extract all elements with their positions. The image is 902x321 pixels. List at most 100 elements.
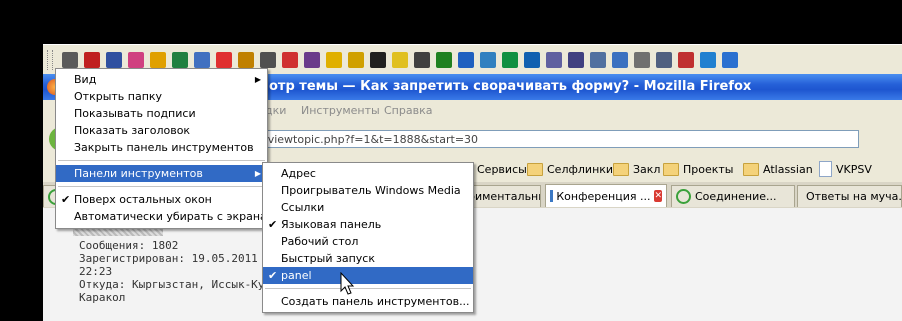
figure-icon[interactable] <box>238 52 254 68</box>
key-icon[interactable] <box>304 52 320 68</box>
folder-icon <box>743 162 759 176</box>
checkmark-icon: ✔ <box>61 193 71 206</box>
tool-icon[interactable] <box>62 52 78 68</box>
submenu-item-panel[interactable]: ✔ panel <box>263 267 473 284</box>
tab-label: риментальные... <box>468 190 540 203</box>
menu-separator <box>265 288 471 289</box>
menu-item-auto-hide[interactable]: Автоматически убирать с экрана <box>56 208 267 225</box>
edge-icon[interactable] <box>722 52 738 68</box>
shield-icon[interactable] <box>612 52 628 68</box>
bug-icon[interactable] <box>678 52 694 68</box>
star-icon[interactable] <box>392 52 408 68</box>
menu-item-label: Рабочий стол <box>281 235 359 248</box>
bookmark-label: Проекты <box>683 162 734 176</box>
doc-icon[interactable] <box>634 52 650 68</box>
menu-item-view[interactable]: Вид ▶ <box>56 71 267 88</box>
folder-icon <box>527 162 543 176</box>
mask-icon[interactable] <box>260 52 276 68</box>
menu-item-label: Автоматически убирать с экрана <box>74 210 267 223</box>
post-time: 22:23 <box>79 265 113 278</box>
submenu-item-media-player[interactable]: Проигрыватель Windows Media <box>263 182 473 199</box>
tab-conference[interactable]: Конференция ... ✕ <box>545 184 667 207</box>
context-menu: Вид ▶ Открыть папку Показывать подписи По… <box>55 68 268 229</box>
menu-tools[interactable]: Инструменты <box>301 104 380 117</box>
bookmark-selflinks[interactable]: Селфлинки <box>527 161 613 177</box>
menu-help[interactable]: Справка <box>384 104 432 117</box>
menu-item-label: Вид <box>74 73 97 86</box>
speaker-icon[interactable] <box>348 52 364 68</box>
menu-separator <box>58 160 265 161</box>
tab-connection[interactable]: Соединение... <box>671 185 795 207</box>
menu-item-show-title[interactable]: Показать заголовок <box>56 122 267 139</box>
folder-icon <box>663 162 679 176</box>
menu-item-label: Показывать подписи <box>74 107 196 120</box>
star-icon[interactable] <box>216 52 232 68</box>
menu-item-toolbars[interactable]: Панели инструментов ▶ <box>56 165 267 182</box>
globe-icon[interactable] <box>480 52 496 68</box>
submenu-item-links[interactable]: Ссылки <box>263 199 473 216</box>
bookmark-atlassian[interactable]: Atlassian <box>743 161 813 177</box>
menu-item-label: Панели инструментов <box>74 167 203 180</box>
speaker-icon[interactable] <box>326 52 342 68</box>
doc-icon[interactable] <box>656 52 672 68</box>
folder-icon <box>613 162 629 176</box>
menu-item-label: Адрес <box>281 167 316 180</box>
loading-icon <box>676 189 691 204</box>
doc-icon[interactable] <box>568 52 584 68</box>
url-field[interactable]: /viewtopic.php?f=1&t=1888&start=30 <box>259 130 859 148</box>
a-icon[interactable] <box>282 52 298 68</box>
submenu-item-new-toolbar[interactable]: Создать панель инструментов... <box>263 293 473 310</box>
grid-icon[interactable] <box>502 52 518 68</box>
tab-label: Ответы на муча... <box>806 190 902 203</box>
close-tab-icon[interactable]: ✕ <box>654 190 662 202</box>
chain-icon[interactable] <box>84 52 100 68</box>
tab-answers[interactable]: Ответы на муча... <box>797 185 902 207</box>
checkmark-icon: ✔ <box>268 269 278 282</box>
mouse-cursor-icon <box>340 272 355 295</box>
cube-icon[interactable] <box>194 52 210 68</box>
toolbar-grip[interactable] <box>47 50 53 70</box>
doc-icon[interactable] <box>414 52 430 68</box>
bookmark-vkpsv[interactable]: VKPSV <box>819 161 872 177</box>
menu-item-close-toolbar[interactable]: Закрыть панель инструментов <box>56 139 267 156</box>
submenu-item-address[interactable]: Адрес <box>263 165 473 182</box>
submenu-arrow-icon: ▶ <box>254 75 261 84</box>
menu-separator <box>58 186 265 187</box>
window-title: отр темы — Как запретить сворачивать фор… <box>269 79 752 94</box>
menu-item-always-on-top[interactable]: ✔ Поверх остальных окон <box>56 191 267 208</box>
site-icon <box>550 190 554 202</box>
triangle-icon[interactable] <box>524 52 540 68</box>
info-icon[interactable] <box>546 52 562 68</box>
doc-icon[interactable] <box>106 52 122 68</box>
menu-item-label: Создать панель инструментов... <box>281 295 470 308</box>
toolbars-submenu: Адрес Проигрыватель Windows Media Ссылки… <box>262 162 474 313</box>
tab-experimental[interactable]: риментальные... <box>463 185 541 207</box>
doc-icon[interactable] <box>590 52 606 68</box>
menu-item-label: Закрыть панель инструментов <box>74 141 254 154</box>
tab-label: Конференция ... <box>556 189 651 203</box>
menu-item-show-captions[interactable]: Показывать подписи <box>56 105 267 122</box>
toolbar-icons <box>59 52 741 68</box>
bookmark-zakl[interactable]: Закл <box>613 161 660 177</box>
game-icon[interactable] <box>172 52 188 68</box>
menu-item-open-folder[interactable]: Открыть папку <box>56 88 267 105</box>
menu-item-label: Быстрый запуск <box>281 252 375 265</box>
app-icon[interactable] <box>150 52 166 68</box>
bookmark-projects[interactable]: Проекты <box>663 161 734 177</box>
puzzle-icon[interactable] <box>128 52 144 68</box>
submenu-item-language-bar[interactable]: ✔ Языковая панель <box>263 216 473 233</box>
checkmark-icon: ✔ <box>268 218 278 231</box>
menu-item-label: Проигрыватель Windows Media <box>281 184 461 197</box>
menu-item-label: Ссылки <box>281 201 325 214</box>
pencil-icon[interactable] <box>436 52 452 68</box>
menu-item-label: Показать заголовок <box>74 124 191 137</box>
film-icon[interactable] <box>370 52 386 68</box>
submenu-item-desktop[interactable]: Рабочий стол <box>263 233 473 250</box>
submenu-item-quick-launch[interactable]: Быстрый запуск <box>263 250 473 267</box>
blue-icon[interactable] <box>700 52 716 68</box>
menu-tools-partial[interactable]: дки <box>265 104 286 117</box>
ie-icon[interactable] <box>458 52 474 68</box>
menu-item-label: Поверх остальных окон <box>74 193 212 206</box>
tab-label: Соединение... <box>695 190 777 203</box>
menu-item-label: panel <box>281 269 312 282</box>
